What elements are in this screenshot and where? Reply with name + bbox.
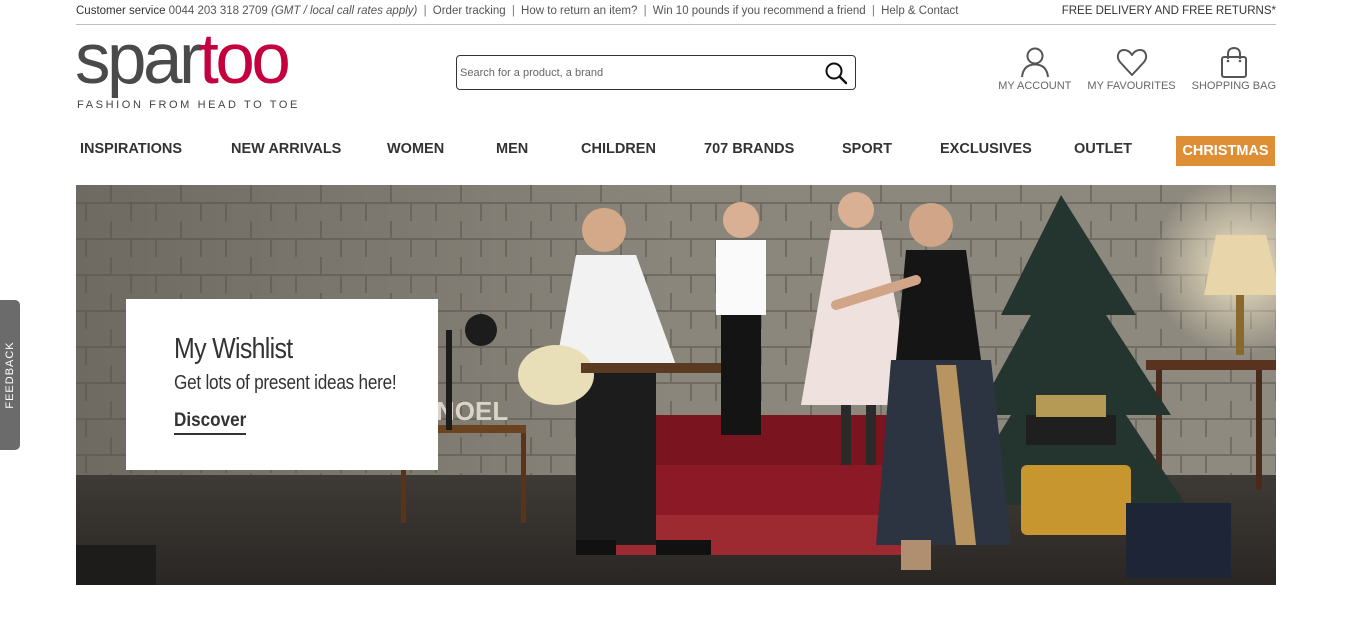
nav-item-men[interactable]: MEN (496, 141, 528, 157)
separator: | (643, 5, 647, 17)
logo-wordmark: spartoo (75, 24, 291, 95)
discover-link[interactable]: Discover (174, 410, 247, 435)
nav-item-christmas[interactable]: CHRISTMAS (1176, 136, 1275, 166)
nav-item-sport[interactable]: SPORT (842, 141, 892, 157)
search-input[interactable] (460, 63, 810, 83)
nav-item-707-brands[interactable]: 707 BRANDS (704, 141, 794, 157)
heart-icon (1115, 46, 1149, 78)
shopping-bag-icon (1217, 46, 1251, 78)
shopping-bag-label: SHOPPING BAG (1191, 80, 1276, 92)
spartoo-logo[interactable]: spartoo FASHION FROM HEAD TO TOE (75, 24, 305, 115)
logo-part-spar: spar (75, 20, 203, 99)
order-tracking-link[interactable]: Order tracking (433, 5, 506, 17)
customer-service-label: Customer service (76, 5, 166, 17)
search-icon[interactable] (823, 60, 849, 86)
nav-item-women[interactable]: WOMEN (387, 141, 444, 157)
free-delivery-notice[interactable]: FREE DELIVERY AND FREE RETURNS* (1062, 5, 1276, 17)
recommend-friend-link[interactable]: Win 10 pounds if you recommend a friend (653, 5, 866, 17)
customer-service-bar: Customer service 0044 203 318 2709 (GMT … (76, 5, 958, 17)
promo-subtitle: Get lots of present ideas here! (174, 372, 397, 394)
search-box (456, 55, 856, 90)
logo-tagline: FASHION FROM HEAD TO TOE (77, 99, 300, 111)
user-icon (1018, 46, 1052, 78)
my-favourites-link[interactable]: MY FAVOURITES (1087, 46, 1176, 98)
nav-item-new-arrivals[interactable]: NEW ARRIVALS (231, 141, 341, 157)
feedback-tab[interactable]: FEEDBACK (0, 300, 20, 450)
account-links: MY ACCOUNT MY FAVOURITES SHOPPING BAG (982, 46, 1276, 98)
hero-banner[interactable]: NOEL My Wishlist Get lots of present ide… (76, 185, 1276, 585)
phone-note: (GMT / local call rates apply) (271, 5, 418, 17)
separator: | (423, 5, 427, 17)
separator: | (871, 5, 875, 17)
nav-item-children[interactable]: CHILDREN (581, 141, 656, 157)
logo-part-too: too (199, 20, 291, 99)
feedback-label: FEEDBACK (4, 341, 16, 409)
return-item-link[interactable]: How to return an item? (521, 5, 637, 17)
my-account-label: MY ACCOUNT (998, 80, 1072, 92)
shopping-bag-link[interactable]: SHOPPING BAG (1192, 46, 1276, 98)
nav-item-outlet[interactable]: OUTLET (1074, 141, 1132, 157)
nav-item-exclusives[interactable]: EXCLUSIVES (940, 141, 1032, 157)
help-contact-link[interactable]: Help & Contact (881, 5, 958, 17)
nav-item-inspirations[interactable]: INSPIRATIONS (80, 141, 182, 157)
my-favourites-label: MY FAVOURITES (1087, 80, 1176, 92)
separator: | (511, 5, 515, 17)
my-account-link[interactable]: MY ACCOUNT (998, 46, 1071, 98)
promo-title: My Wishlist (174, 333, 293, 365)
main-navigation: INSPIRATIONS NEW ARRIVALS WOMEN MEN CHIL… (76, 136, 1276, 166)
phone-number[interactable]: 0044 203 318 2709 (169, 5, 268, 17)
wishlist-promo-card: My Wishlist Get lots of present ideas he… (126, 299, 438, 470)
